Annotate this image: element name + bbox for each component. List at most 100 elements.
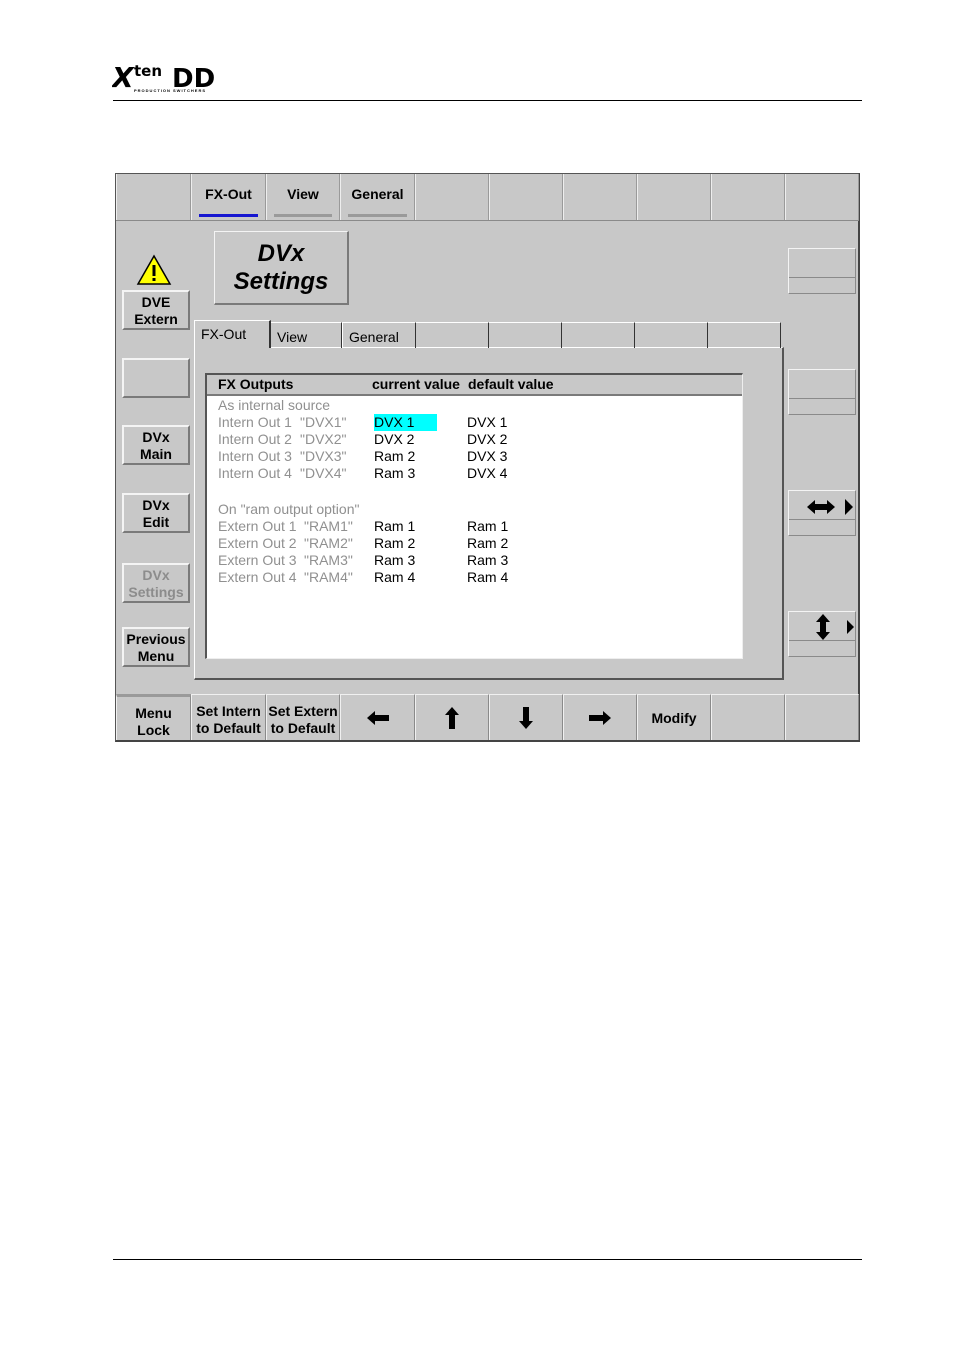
current-value[interactable]: Ram 2 (374, 448, 415, 464)
tab-fx-out[interactable]: FX-Out (191, 174, 266, 220)
arrow-right-icon (589, 710, 611, 725)
arrow-left-button[interactable] (340, 694, 415, 740)
table-row[interactable]: Intern Out 3 "DVX3" Ram 2 DVX 3 (207, 448, 742, 465)
tab-view-label: View (287, 186, 319, 202)
logo-subtext: PRODUCTION SWITCHERS (134, 88, 206, 93)
subtab-empty-8[interactable] (708, 322, 781, 348)
tab-general-label: General (351, 186, 404, 202)
default-value: Ram 3 (467, 552, 509, 568)
subtab-general-label: General (349, 329, 399, 345)
svg-text:X: X (112, 62, 135, 90)
arrow-down-button[interactable] (489, 694, 563, 740)
svg-text:DD: DD (172, 64, 215, 90)
right-empty-control-2[interactable] (788, 369, 856, 415)
table-row[interactable]: Extern Out 4 "RAM4" Ram 4 Ram 4 (207, 569, 742, 586)
output-name: Extern Out 4 (218, 569, 297, 585)
output-code: "RAM4" (304, 569, 353, 585)
dvx-settings-button[interactable]: DVx Settings (122, 563, 190, 603)
bottom-empty-button-1[interactable] (711, 694, 785, 740)
output-name: Extern Out 3 (218, 552, 297, 568)
output-code: "DVX2" (300, 431, 347, 447)
output-name: Intern Out 4 (218, 465, 292, 481)
set-extern-default-button[interactable]: Set Extern to Default (266, 694, 340, 740)
xten-dd-logo: X ten DD PRODUCTION SWITCHERS (110, 61, 222, 96)
set-intern-default-button[interactable]: Set Intern to Default (191, 694, 266, 740)
top-tab-empty-7[interactable] (563, 174, 637, 220)
output-code: "RAM1" (304, 518, 353, 534)
arrow-right-button[interactable] (563, 694, 637, 740)
subtab-view[interactable]: View (271, 322, 342, 348)
page-title: DVx Settings (214, 231, 349, 305)
current-value[interactable]: Ram 1 (374, 518, 415, 534)
tab-view[interactable]: View (266, 174, 340, 220)
top-tab-bar: FX-Out View General (116, 174, 859, 221)
default-value: Ram 4 (467, 569, 509, 585)
subtab-empty-6[interactable] (562, 322, 635, 348)
table-row[interactable]: Intern Out 4 "DVX4" Ram 3 DVX 4 (207, 465, 742, 482)
top-tab-empty-5[interactable] (415, 174, 489, 220)
modify-button[interactable]: Modify (637, 694, 711, 740)
table-row[interactable]: Intern Out 1 "DVX1" DVX 1 DVX 1 (207, 414, 742, 431)
fx-outputs-list[interactable]: FX Outputs current value default value A… (205, 373, 743, 659)
dvx-edit-button[interactable]: DVx Edit (122, 493, 190, 533)
right-empty-control-1[interactable] (788, 248, 856, 294)
vertical-scroll-control[interactable] (788, 611, 856, 657)
header-default-value: default value (468, 376, 554, 392)
output-code: "RAM3" (304, 552, 353, 568)
left-empty-button[interactable] (122, 358, 190, 398)
dve-extern-button[interactable]: DVE Extern (122, 290, 190, 330)
menu-lock-label: Menu Lock (135, 705, 172, 738)
current-value[interactable]: Ram 4 (374, 569, 415, 585)
default-value: DVX 1 (467, 414, 508, 430)
output-name: Extern Out 1 (218, 518, 297, 534)
subtab-empty-7[interactable] (635, 322, 708, 348)
arrow-up-icon (445, 706, 459, 729)
dvx-main-button[interactable]: DVx Main (122, 425, 190, 465)
up-down-arrow-icon (816, 614, 854, 640)
list-section: On "ram output option" (207, 501, 742, 518)
table-row[interactable]: Extern Out 1 "RAM1" Ram 1 Ram 1 (207, 518, 742, 535)
top-tab-empty-10[interactable] (785, 174, 859, 220)
section-label: As internal source (218, 397, 331, 413)
tab-fx-out-label: FX-Out (205, 186, 252, 202)
output-name: Intern Out 2 (218, 431, 292, 447)
previous-menu-button[interactable]: Previous Menu (122, 627, 190, 667)
top-tab-empty-1[interactable] (116, 174, 191, 220)
current-value[interactable]: Ram 2 (374, 535, 415, 551)
modify-label: Modify (651, 710, 697, 726)
current-value[interactable]: Ram 3 (374, 465, 415, 481)
subtab-fx-out[interactable]: FX-Out (194, 320, 271, 348)
table-row[interactable]: Extern Out 2 "RAM2" Ram 2 Ram 2 (207, 535, 742, 552)
top-tab-empty-9[interactable] (711, 174, 785, 220)
section-label: On "ram output option" (218, 501, 360, 517)
horizontal-scroll-control[interactable] (788, 490, 856, 536)
output-name: Intern Out 3 (218, 448, 292, 464)
arrow-up-button[interactable] (415, 694, 489, 740)
subtab-empty-5[interactable] (489, 322, 562, 348)
top-tab-empty-8[interactable] (637, 174, 711, 220)
arrow-down-icon (519, 706, 533, 729)
menu-lock-button[interactable]: Menu Lock (116, 694, 191, 740)
current-value[interactable]: DVX 2 (374, 431, 414, 447)
output-code: "DVX3" (300, 448, 347, 464)
subtab-general[interactable]: General (342, 322, 416, 348)
output-code: "RAM2" (304, 535, 353, 551)
output-name: Extern Out 2 (218, 535, 297, 551)
bottom-empty-button-2[interactable] (785, 694, 859, 740)
list-section: As internal source (207, 397, 742, 414)
subtab-view-label: View (277, 329, 308, 345)
left-right-arrow-icon (807, 499, 853, 515)
subtab-empty-4[interactable] (416, 322, 489, 348)
table-row[interactable]: Extern Out 3 "RAM3" Ram 3 Ram 3 (207, 552, 742, 569)
table-row[interactable]: Intern Out 2 "DVX2" DVX 2 DVX 2 (207, 431, 742, 448)
current-value-selected[interactable]: DVX 1 (374, 414, 437, 431)
default-value: Ram 1 (467, 518, 509, 534)
current-value[interactable]: Ram 3 (374, 552, 415, 568)
default-value: DVX 2 (467, 431, 508, 447)
tab-general[interactable]: General (340, 174, 415, 220)
header-rule (113, 100, 862, 101)
set-intern-label: Set Intern to Default (196, 703, 261, 736)
default-value: DVX 3 (467, 448, 508, 464)
top-tab-empty-6[interactable] (489, 174, 563, 220)
warning-triangle-icon (136, 254, 172, 291)
